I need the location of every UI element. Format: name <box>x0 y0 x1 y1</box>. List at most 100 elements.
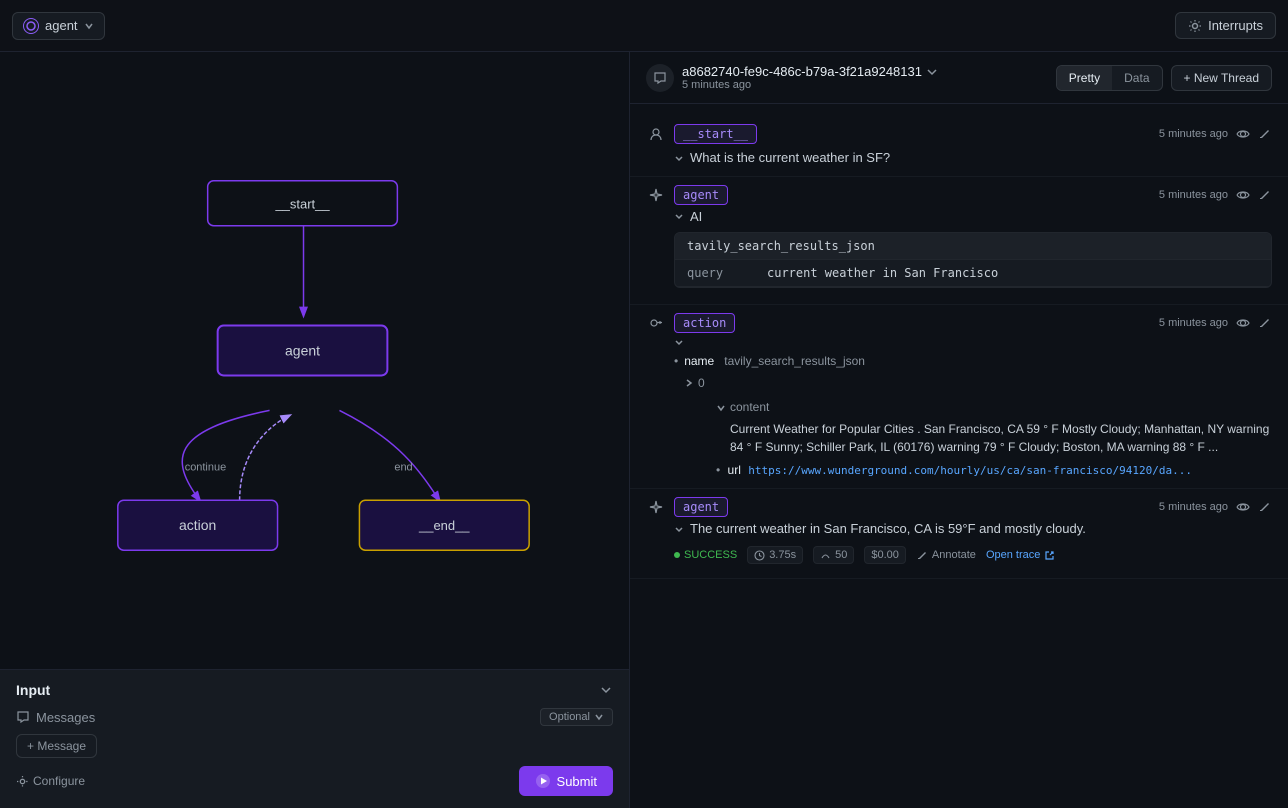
agent2-time: 5 minutes ago <box>1159 501 1228 513</box>
collapse-agent2-icon[interactable] <box>674 524 684 534</box>
collapse-input-icon[interactable] <box>599 683 613 697</box>
agent2-text: The current weather in San Francisco, CA… <box>690 521 1086 536</box>
message-block-action: action 5 minutes ago • name tavily_searc… <box>630 305 1288 490</box>
edge-label-end: end <box>394 461 412 473</box>
node-end-label: __end__ <box>418 518 470 533</box>
pencil-icon-annotate <box>916 549 928 561</box>
cost-stat-badge: $0.00 <box>864 546 906 564</box>
edge-action-agent <box>240 415 290 500</box>
pretty-button[interactable]: Pretty <box>1057 66 1112 90</box>
configure-button[interactable]: Configure <box>16 774 85 788</box>
action-time: 5 minutes ago <box>1159 317 1228 329</box>
agent1-header-right: 5 minutes ago <box>1159 188 1272 202</box>
success-badge: SUCCESS <box>674 549 737 561</box>
tool-query-val: current weather in San Francisco <box>767 266 998 280</box>
message-icon-small <box>16 710 30 724</box>
start-header-right: 5 minutes ago <box>1159 127 1272 141</box>
chevron-down-icon-content <box>716 403 726 413</box>
interrupts-button[interactable]: Interrupts <box>1175 12 1276 39</box>
trace-label: Open trace <box>986 549 1040 561</box>
tool-call-name: tavily_search_results_json <box>675 233 1271 260</box>
data-button[interactable]: Data <box>1112 66 1161 90</box>
tool-query-key: query <box>687 266 767 280</box>
ai-label: AI <box>690 209 702 224</box>
collapse-start-icon[interactable] <box>674 153 684 163</box>
eye-icon-start[interactable] <box>1236 127 1250 141</box>
annotate-label: Annotate <box>932 549 976 561</box>
success-text: SUCCESS <box>684 549 737 561</box>
messages-label: Messages <box>16 710 95 725</box>
left-panel: continue end __start__ <box>0 52 630 808</box>
user-icon <box>646 124 666 144</box>
message-header-agent1: agent 5 minutes ago <box>646 185 1272 205</box>
input-section: Input Messages Optional + Message <box>0 669 629 808</box>
interrupts-label: Interrupts <box>1208 18 1263 33</box>
action-header-right: 5 minutes ago <box>1159 316 1272 330</box>
right-panel: a8682740-fe9c-486c-b79a-3f21a9248131 5 m… <box>630 52 1288 808</box>
thread-icon <box>646 64 674 92</box>
clock-icon <box>754 550 765 561</box>
content-expand[interactable]: content <box>716 397 1272 419</box>
edit-icon-start[interactable] <box>1258 127 1272 141</box>
start-message-text: What is the current weather in SF? <box>690 148 890 168</box>
node-start-label: __start__ <box>274 197 330 212</box>
edit-icon-agent1[interactable] <box>1258 188 1272 202</box>
play-icon <box>535 773 551 789</box>
message-header-action: action 5 minutes ago <box>646 313 1272 333</box>
edit-icon-agent2[interactable] <box>1258 500 1272 514</box>
right-top-bar: a8682740-fe9c-486c-b79a-3f21a9248131 5 m… <box>630 52 1288 104</box>
status-bar: SUCCESS 3.75s 50 $0.00 An <box>646 540 1272 570</box>
content-block: content Current Weather for Popular Citi… <box>716 397 1272 455</box>
main-layout: continue end __start__ <box>0 52 1288 808</box>
eye-icon-action[interactable] <box>1236 316 1250 330</box>
input-title: Input <box>16 682 50 698</box>
tool-call-block: tavily_search_results_json query current… <box>674 232 1272 288</box>
pretty-data-toggle: Pretty Data <box>1056 65 1163 91</box>
node-agent-label: agent <box>285 343 320 359</box>
sparkle-icon-agent2 <box>646 497 666 517</box>
edit-icon-action[interactable] <box>1258 316 1272 330</box>
message-block-start: __start__ 5 minutes ago What is the curr… <box>630 116 1288 177</box>
edge-agent-end <box>339 410 439 500</box>
message-header-start: __start__ 5 minutes ago <box>646 124 1272 144</box>
messages-row: Messages Optional <box>16 708 613 726</box>
submit-button[interactable]: Submit <box>519 766 613 796</box>
thread-chevron-icon[interactable] <box>926 66 938 78</box>
open-trace-button[interactable]: Open trace <box>986 549 1055 561</box>
content-value: Current Weather for Popular Cities . San… <box>730 420 1272 456</box>
message-block-agent1: agent 5 minutes ago AI tavily_search_res… <box>630 177 1288 305</box>
collapse-agent1-icon[interactable] <box>674 211 684 221</box>
agent-icon <box>23 18 39 34</box>
agent-selector[interactable]: agent <box>12 12 105 40</box>
cost-stat: $0.00 <box>871 549 899 561</box>
thread-id-text: a8682740-fe9c-486c-b79a-3f21a9248131 <box>682 64 922 79</box>
message-header-agent2: agent 5 minutes ago <box>646 497 1272 517</box>
token-stat: 50 <box>835 549 847 561</box>
collapse-action-icon[interactable] <box>674 337 684 347</box>
index-expand[interactable]: 0 <box>684 373 1272 393</box>
token-icon <box>820 550 831 561</box>
thread-content: __start__ 5 minutes ago What is the curr… <box>630 104 1288 808</box>
start-time: 5 minutes ago <box>1159 128 1228 140</box>
eye-icon-agent2[interactable] <box>1236 500 1250 514</box>
key-icon-action <box>646 313 666 333</box>
graph-area: continue end __start__ <box>0 52 629 669</box>
top-bar: agent Interrupts <box>0 0 1288 52</box>
add-message-button[interactable]: + Message <box>16 734 97 758</box>
action-badge: action <box>674 313 735 333</box>
thread-info: a8682740-fe9c-486c-b79a-3f21a9248131 5 m… <box>682 64 1048 91</box>
action-name-row: • name tavily_search_results_json <box>674 351 1272 371</box>
edge-agent-action <box>182 410 269 500</box>
gear-icon <box>1188 19 1202 33</box>
agent1-time: 5 minutes ago <box>1159 189 1228 201</box>
graph-svg: continue end __start__ <box>0 52 629 669</box>
chevron-down-icon-optional <box>594 712 604 722</box>
bottom-row: Configure Submit <box>16 766 613 796</box>
eye-icon-agent1[interactable] <box>1236 188 1250 202</box>
agent-badge-2: agent <box>674 497 728 517</box>
annotate-button[interactable]: Annotate <box>916 549 976 561</box>
external-link-icon <box>1044 550 1055 561</box>
new-thread-button[interactable]: + New Thread <box>1171 65 1273 91</box>
optional-dropdown[interactable]: Optional <box>540 708 613 726</box>
thread-time: 5 minutes ago <box>682 79 1048 91</box>
